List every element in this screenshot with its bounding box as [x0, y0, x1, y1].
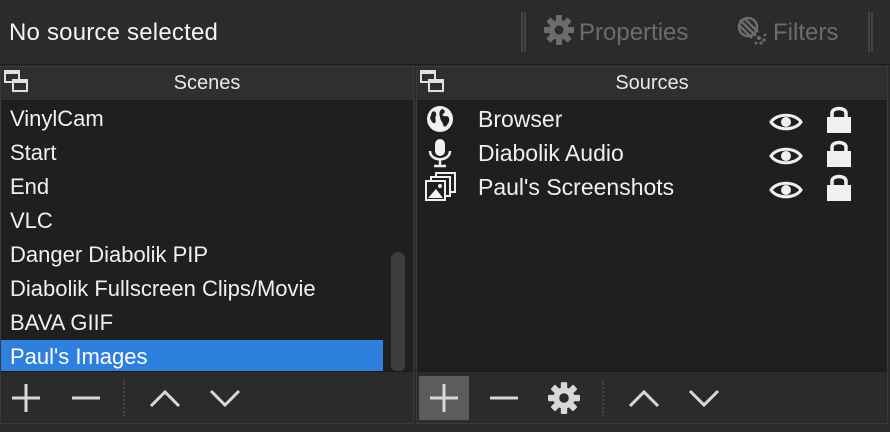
- remove-scene-button[interactable]: [61, 376, 111, 420]
- move-source-down-button[interactable]: [679, 376, 729, 420]
- image-slideshow-icon: [425, 172, 456, 202]
- add-icon: [12, 384, 40, 412]
- scenes-toolbar: [1, 371, 413, 423]
- remove-source-button[interactable]: [479, 376, 529, 420]
- scrollbar-thumb[interactable]: [391, 252, 405, 372]
- visibility-toggle[interactable]: [769, 176, 803, 210]
- gear-icon: [543, 14, 579, 53]
- scene-item[interactable]: BAVA GIIF: [1, 306, 384, 340]
- move-scene-down-button[interactable]: [200, 376, 250, 420]
- microphone-icon: [425, 138, 455, 168]
- move-up-icon: [628, 389, 660, 408]
- toolbar-separator: [521, 12, 526, 52]
- source-item[interactable]: Paul's Screenshots: [417, 170, 887, 204]
- add-source-button[interactable]: [419, 376, 469, 420]
- move-source-up-button[interactable]: [619, 376, 669, 420]
- move-up-icon: [149, 389, 181, 408]
- eye-icon: [769, 147, 803, 165]
- properties-label: Properties: [579, 19, 689, 46]
- filters-button[interactable]: Filters: [735, 14, 838, 52]
- scenes-dock-header: Scenes: [1, 67, 413, 101]
- move-scene-up-button[interactable]: [140, 376, 190, 420]
- move-down-icon: [688, 389, 720, 408]
- source-item[interactable]: Browser: [417, 102, 887, 136]
- scenes-list: VinylCam Start End VLC Danger Diabolik P…: [1, 102, 384, 374]
- properties-button[interactable]: Properties: [543, 14, 688, 52]
- eye-icon: [769, 113, 803, 131]
- source-label: Paul's Screenshots: [478, 174, 675, 200]
- source-label: Browser: [478, 106, 563, 132]
- toolbar-separator: [868, 12, 873, 52]
- source-toolbar: No source selected Properties Filters: [0, 0, 890, 65]
- filters-label: Filters: [773, 19, 839, 46]
- scene-item[interactable]: End: [1, 170, 384, 204]
- remove-icon: [72, 396, 100, 400]
- eye-icon: [769, 181, 803, 199]
- scenes-scrollbar[interactable]: [383, 102, 411, 374]
- sources-list: Browser Diabolik Audio Paul's Screenshot…: [417, 102, 887, 204]
- globe-icon: [425, 104, 455, 134]
- scene-item-selected[interactable]: Paul's Images: [1, 340, 384, 374]
- sources-dock: Sources Browser Diabolik Audio Paul's Sc…: [416, 66, 888, 424]
- gear-icon: [548, 382, 580, 414]
- lock-icon: [827, 106, 851, 133]
- scene-item[interactable]: Start: [1, 136, 384, 170]
- sources-dock-header: Sources: [417, 67, 887, 101]
- add-scene-button[interactable]: [1, 376, 51, 420]
- scene-item[interactable]: Danger Diabolik PIP: [1, 238, 384, 272]
- filters-icon: [735, 14, 773, 53]
- scenes-dock: Scenes VinylCam Start End VLC Danger Dia…: [0, 66, 414, 424]
- scenes-title: Scenes: [173, 72, 241, 94]
- move-down-icon: [209, 389, 241, 408]
- sources-title: Sources: [615, 72, 689, 94]
- source-label: Diabolik Audio: [478, 140, 624, 166]
- lock-toggle[interactable]: [825, 172, 853, 211]
- source-item[interactable]: Diabolik Audio: [417, 136, 887, 170]
- no-source-label: No source selected: [9, 19, 219, 46]
- source-properties-button[interactable]: [539, 376, 589, 420]
- lock-icon: [827, 174, 851, 201]
- remove-icon: [490, 396, 518, 400]
- add-icon: [430, 384, 458, 412]
- scene-item[interactable]: VLC: [1, 204, 384, 238]
- scene-item[interactable]: VinylCam: [1, 102, 384, 136]
- toolbar-separator: [602, 380, 604, 416]
- toolbar-separator: [123, 380, 125, 416]
- lock-icon: [827, 140, 851, 167]
- scene-item[interactable]: Diabolik Fullscreen Clips/Movie: [1, 272, 384, 306]
- sources-toolbar: [417, 371, 887, 423]
